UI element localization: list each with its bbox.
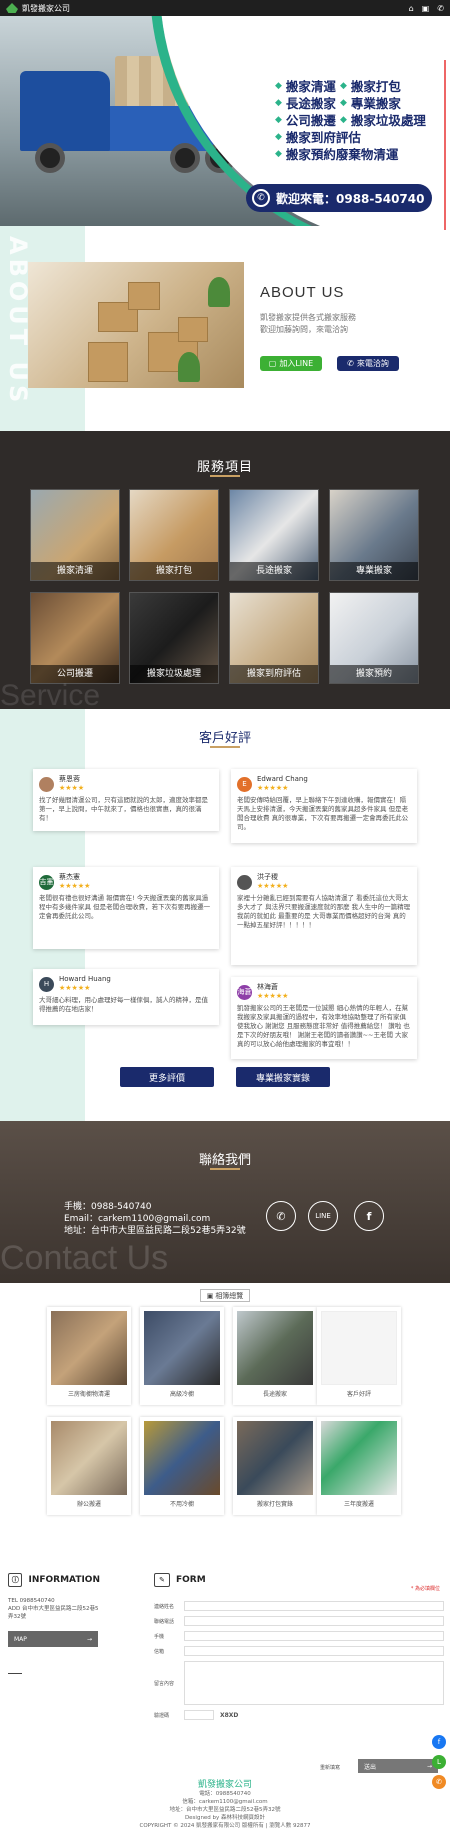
footer-logo: 凱發搬家公司 xyxy=(197,1780,252,1790)
more-reviews-button[interactable]: 更多評價 xyxy=(120,1067,214,1087)
info-form-section: ⓘ INFORMATION TEL 0988540740 ADD 台中市大里區益民… xyxy=(0,1573,450,1774)
top-header: 凱發搬家公司 ⌂ ▣ ✆ xyxy=(0,0,450,16)
service-card[interactable]: 長途搬家 xyxy=(229,489,319,581)
services-title: 服務項目 xyxy=(196,460,253,475)
phone-icon: ✆ xyxy=(252,189,270,207)
line-icon[interactable]: LINE xyxy=(308,1201,338,1231)
review-card: 洪子稷 ★★★★★ 家裡十分雜亂已經到需要有人協助清運了 看委託這位大哥太多大才了… xyxy=(231,867,417,965)
avatar: H xyxy=(39,976,54,992)
share-icon[interactable]: ✆ xyxy=(437,4,444,13)
services-section: 服務項目 搬家清運 搬家打包 長途搬家 專業搬家 公司搬遷 搬家垃圾處理 搬家到… xyxy=(0,431,450,712)
reviews-section: 客戶好評 蔡恩蓉 ★★★★ 找了好幾間清運公司，只有這間就說的太郎，適度效率都是第… xyxy=(0,709,450,1121)
form-icon: ✎ xyxy=(154,1573,170,1587)
service-card[interactable]: 搬家到府評估 xyxy=(229,592,319,684)
about-title: ABOUT US xyxy=(260,284,345,301)
service-card[interactable]: 搬家垃圾處理 xyxy=(129,592,219,684)
captcha-code: X8XD xyxy=(220,1711,239,1719)
gallery-item[interactable]: 客戶好評 xyxy=(317,1307,401,1405)
contact-form: ✎ FORM * 為必填欄位 連絡姓名 聯絡電話 手機 信箱 留言內容 驗證碼 X8… xyxy=(154,1573,444,1720)
form-title: FORM xyxy=(176,1575,206,1585)
message-field[interactable] xyxy=(184,1661,444,1705)
gallery-item[interactable]: 高級冷櫥 xyxy=(140,1307,224,1405)
info-icon: ⓘ xyxy=(8,1573,23,1587)
album-icon: ▣ xyxy=(206,1291,214,1300)
logo-mark-icon xyxy=(6,3,18,13)
gallery-item[interactable]: 辦公搬遷 xyxy=(47,1417,131,1515)
phone-field[interactable] xyxy=(184,1616,444,1626)
service-card[interactable]: 專業搬家 xyxy=(329,489,419,581)
hero-service-list: ◆ 搬家清運 ◆ 搬家打包 ◆ 長途搬家 ◆ 專業搬家 ◆ 公司搬遷 ◆ 搬家垃圾處理 ◆ 搬家到府… xyxy=(275,79,426,162)
service-card[interactable]: 搬家打包 xyxy=(129,489,219,581)
info-address: ADD 台中市大里區益民路二段52巷5弄32號 xyxy=(8,1606,99,1620)
avatar: 吉憲 xyxy=(39,874,54,890)
hero-phone-button[interactable]: ✆ 歡迎來電：0988-540740 xyxy=(246,184,432,212)
line-icon: ▢ xyxy=(268,359,277,368)
phone-icon: ✆ xyxy=(347,359,354,368)
mobile-field[interactable] xyxy=(184,1631,444,1641)
reviews-title: 客戶好評 xyxy=(198,731,251,746)
gallery-item[interactable]: 長途搬家 xyxy=(233,1307,317,1405)
service-card[interactable]: 搬家預約 xyxy=(329,592,419,684)
about-description: 凱發搬家提供各式搬家服務 歡迎加藤詢問，來電洽詢 xyxy=(260,313,356,334)
gallery-item[interactable]: 不用冷櫥 xyxy=(140,1417,224,1515)
phone-icon[interactable]: ✆ xyxy=(266,1201,296,1231)
gallery-tag[interactable]: ▣ 相簿總覽 xyxy=(200,1289,250,1302)
send-button[interactable]: 送出 → xyxy=(358,1759,438,1774)
info-tel: TEL 0988540740 xyxy=(8,1598,55,1604)
reset-button[interactable]: 重新填寫 xyxy=(320,1764,340,1771)
home-icon[interactable]: ⌂ xyxy=(409,4,414,13)
site-logo[interactable]: 凱發搬家公司 xyxy=(6,3,70,14)
email-field[interactable] xyxy=(184,1646,444,1656)
information-title: INFORMATION xyxy=(28,1575,100,1585)
gallery-item[interactable]: 三年度搬遷 xyxy=(317,1417,401,1515)
gallery-icon[interactable]: ▣ xyxy=(422,4,430,13)
avatar xyxy=(237,874,252,890)
service-card[interactable]: 搬家清運 xyxy=(30,489,120,581)
hero-banner: ◆ 搬家清運 ◆ 搬家打包 ◆ 長途搬家 ◆ 專業搬家 ◆ 公司搬遷 ◆ 搬家垃圾處理 ◆ 搬家到府… xyxy=(0,16,450,226)
avatar: 海蒼 xyxy=(237,984,252,1000)
arrow-right-icon: → xyxy=(426,1763,432,1770)
arrow-right-icon: → xyxy=(86,1635,92,1643)
captcha-field[interactable] xyxy=(184,1710,214,1720)
gallery-item[interactable]: 三房衛櫥物清運 xyxy=(47,1307,131,1405)
add-line-button[interactable]: ▢ 加入LINE xyxy=(260,356,322,371)
avatar: E xyxy=(237,776,252,792)
phone-float-icon[interactable]: ✆ xyxy=(432,1775,446,1789)
line-float-icon[interactable]: L xyxy=(432,1755,446,1769)
review-card: 海蒼 林海蒼 ★★★★★ 凱發搬家公司的王老闆是一位誠懇 細心熱情的年輕人，在幫我搬… xyxy=(231,977,417,1059)
information-block: ⓘ INFORMATION TEL 0988540740 ADD 台中市大里區益民… xyxy=(8,1573,100,1674)
about-section: ABOUT US ABOUT US 凱發搬家提供各式搬家服務 歡迎加藤詢問，來電… xyxy=(0,226,450,431)
name-field[interactable] xyxy=(184,1601,444,1611)
facebook-float-icon[interactable]: f xyxy=(432,1735,446,1749)
review-card: H Howard Huang ★★★★★ 大哥細心料理，用心處理好每一樣傢俱，誠人的… xyxy=(33,969,219,1025)
facebook-icon[interactable]: f xyxy=(354,1201,384,1231)
contact-info: 手機：0988-540740 Email：carkem1100@gmail.co… xyxy=(64,1202,246,1236)
logo-text: 凱發搬家公司 xyxy=(22,3,70,13)
footer: 凱發搬家公司 電話：0988540740 信箱：carkem1100@gmail… xyxy=(0,1773,450,1843)
review-card: 蔡恩蓉 ★★★★ 找了好幾間清運公司，只有這間就說的太郎，適度效率都是第一，早上說… xyxy=(33,769,219,831)
contact-watermark: Contact Us xyxy=(0,1239,169,1277)
review-card: E Edward Chang ★★★★★ 老闆安傳時給回覆，早上聯絡下午到達收購，報… xyxy=(231,769,417,843)
contact-section: 聯絡我們 手機：0988-540740 Email：carkem1100@gma… xyxy=(0,1121,450,1283)
review-card: 吉憲 蔡杰憲 ★★★★★ 老闆很有禮也很好溝通 報價實在! 今天搬運丟棄的舊家具過程… xyxy=(33,867,219,949)
call-button[interactable]: ✆ 來電洽詢 xyxy=(337,356,399,371)
gallery-item[interactable]: 搬家打包實錄 xyxy=(233,1417,317,1515)
avatar xyxy=(39,776,54,792)
map-button[interactable]: MAP → xyxy=(8,1631,98,1647)
about-photo xyxy=(28,262,244,388)
contact-title: 聯絡我們 xyxy=(198,1153,251,1168)
service-card[interactable]: 公司搬遷 xyxy=(30,592,120,684)
required-note: * 為必填欄位 xyxy=(410,1586,440,1592)
services-watermark: Service xyxy=(0,679,101,712)
moving-cases-button[interactable]: 專業搬家實錄 xyxy=(236,1067,330,1087)
gallery-section: ▣ 相簿總覽 三房衛櫥物清運 高級冷櫥 長途搬家 客戶好評 辦公搬遷 不用冷櫥 搬… xyxy=(0,1283,450,1573)
